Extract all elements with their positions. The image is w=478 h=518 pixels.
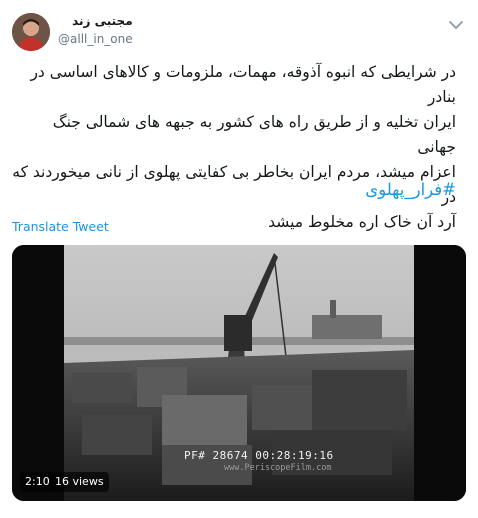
- film-watermark: www.PeriscopeFilm.com: [224, 463, 332, 473]
- hashtag-link[interactable]: #فرار_پهلوی: [365, 180, 456, 199]
- video-player[interactable]: PF# 28674 00:28:19:16 www.PeriscopeFilm.…: [12, 245, 466, 501]
- video-views-badge: 16 views: [50, 472, 109, 492]
- author-handle[interactable]: @alll_in_one: [58, 30, 133, 48]
- author-block: مجتبی زند @alll_in_one: [58, 12, 133, 48]
- tweet-text: در شرایطی که انبوه آذوقه، مهمات، ملزومات…: [12, 60, 456, 235]
- avatar[interactable]: [12, 13, 50, 51]
- film-timecode: PF# 28674 00:28:19:16: [184, 449, 334, 462]
- tweet-text-line: در شرایطی که انبوه آذوقه، مهمات، ملزومات…: [30, 63, 456, 106]
- tweet-text-line: ایران تخلیه و از طریق راه های کشور به جب…: [52, 113, 456, 156]
- chevron-down-icon[interactable]: [448, 16, 464, 29]
- tweet-card: مجتبی زند @alll_in_one در شرایطی که انبو…: [0, 0, 478, 518]
- translate-tweet-link[interactable]: Translate Tweet: [12, 219, 109, 234]
- author-name[interactable]: مجتبی زند: [58, 12, 133, 30]
